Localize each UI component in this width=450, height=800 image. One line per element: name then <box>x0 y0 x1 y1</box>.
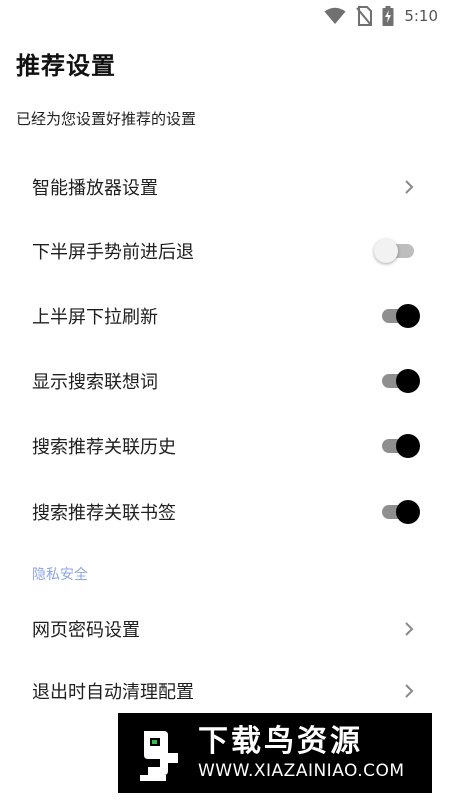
setting-label: 搜索推荐关联历史 <box>32 437 176 458</box>
battery-charging-icon <box>382 6 394 26</box>
setting-label: 网页密码设置 <box>32 620 140 641</box>
setting-label: 显示搜索联想词 <box>32 372 158 393</box>
setting-web-passwords[interactable]: 网页密码设置 <box>0 597 450 661</box>
toggle-thumb <box>396 369 420 393</box>
chevron-right-icon <box>404 180 414 194</box>
toggle-thumb <box>374 239 398 263</box>
toggle-thumb <box>396 304 420 328</box>
setting-search-history[interactable]: 搜索推荐关联历史 <box>0 414 450 478</box>
setting-label: 智能播放器设置 <box>32 178 158 199</box>
toggle-thumb <box>396 434 420 458</box>
toggle-thumb <box>396 500 420 524</box>
watermark-text: 下载鸟资源 WWW.XIAZAINIAO.COM <box>198 724 405 782</box>
bird-logo-icon <box>134 723 184 783</box>
setting-lower-swipe-nav[interactable]: 下半屏手势前进后退 <box>0 219 450 283</box>
setting-pull-refresh[interactable]: 上半屏下拉刷新 <box>0 284 450 348</box>
setting-label: 搜索推荐关联书签 <box>32 503 176 524</box>
chevron-right-icon <box>404 622 414 636</box>
setting-label: 下半屏手势前进后退 <box>32 242 194 263</box>
toggle-switch[interactable] <box>380 433 420 459</box>
setting-search-bookmarks[interactable]: 搜索推荐关联书签 <box>0 480 450 544</box>
setting-label: 上半屏下拉刷新 <box>32 307 158 328</box>
watermark-banner: 下载鸟资源 WWW.XIAZAINIAO.COM <box>118 713 432 793</box>
toggle-switch[interactable] <box>380 499 420 525</box>
watermark-url: WWW.XIAZAINIAO.COM <box>198 761 405 781</box>
toggle-switch[interactable] <box>380 368 420 394</box>
setting-smart-player[interactable]: 智能播放器设置 <box>0 155 450 219</box>
status-bar: 5:10 <box>0 0 450 32</box>
chevron-right-icon <box>404 684 414 698</box>
section-header-privacy: 隐私安全 <box>32 567 88 583</box>
no-sim-icon <box>356 6 373 26</box>
clock: 5:10 <box>404 7 438 25</box>
toggle-switch[interactable] <box>374 238 416 264</box>
toggle-switch[interactable] <box>380 303 420 329</box>
wifi-icon <box>324 7 346 25</box>
page-subtitle: 已经为您设置好推荐的设置 <box>16 110 197 128</box>
setting-search-suggestions[interactable]: 显示搜索联想词 <box>0 349 450 413</box>
setting-label: 退出时自动清理配置 <box>32 682 194 703</box>
watermark-title: 下载鸟资源 <box>198 724 363 759</box>
page-title: 推荐设置 <box>16 52 116 80</box>
